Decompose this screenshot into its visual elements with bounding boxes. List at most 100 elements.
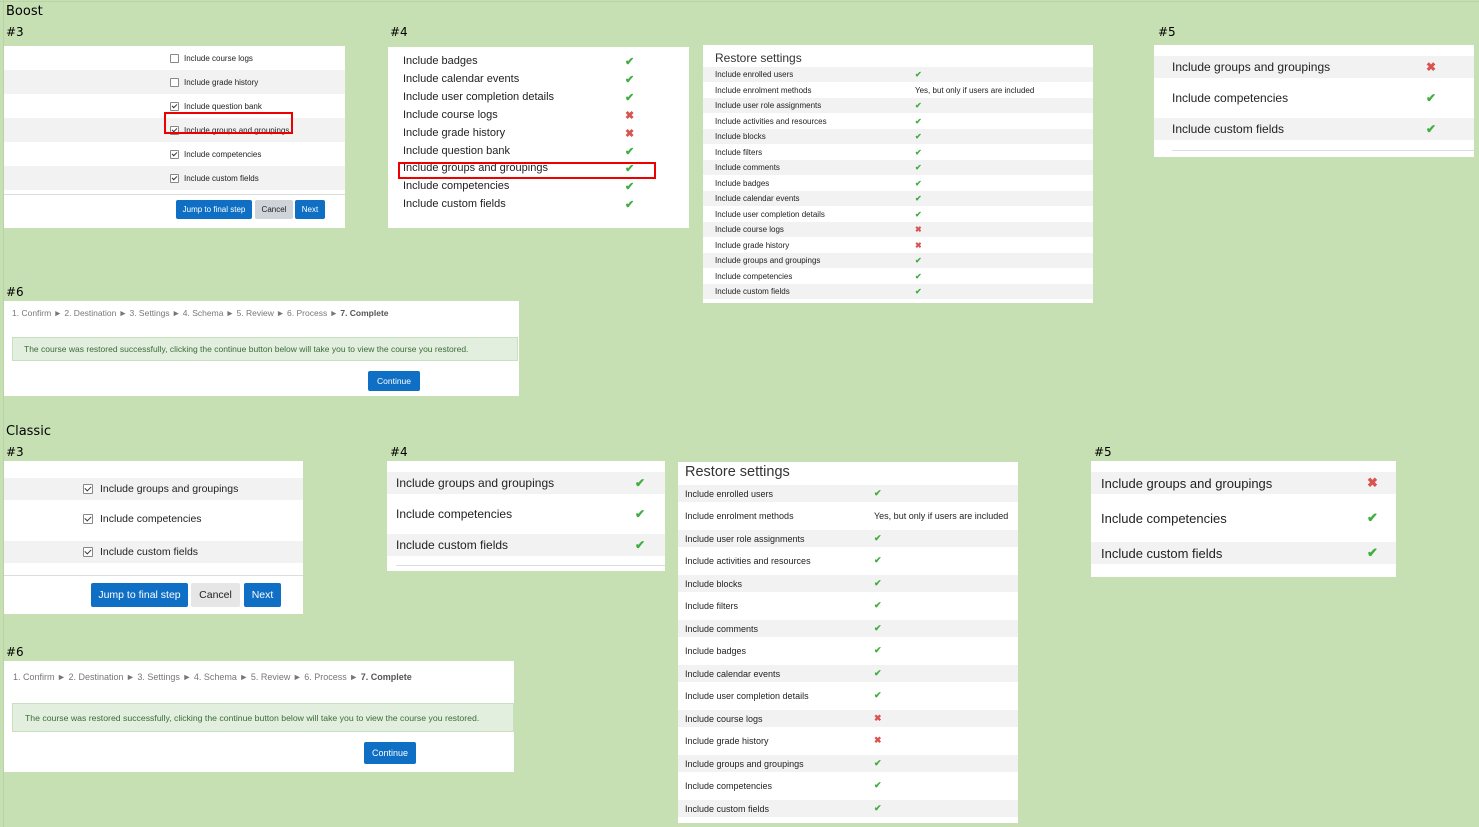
check-icon: ✔ <box>915 287 922 296</box>
setting-label: Include user role assignments <box>685 533 805 544</box>
setting-row: Include competencies ✔ <box>1154 87 1474 109</box>
setting-label: Include blocks <box>715 132 766 141</box>
checkbox-label: Include competencies <box>100 513 202 525</box>
breadcrumb-current-step: 7. Complete <box>340 308 389 318</box>
checkbox-competencies[interactable] <box>83 514 93 524</box>
checkbox-row: Include competencies <box>4 142 345 166</box>
setting-label: Include filters <box>685 600 739 611</box>
boost-step4-label: #4 <box>390 25 408 39</box>
setting-label: Include course logs <box>715 225 784 234</box>
check-icon: ✔ <box>915 101 922 110</box>
classic-step3-label: #3 <box>6 445 24 459</box>
setting-row: Include badges ✔ <box>388 52 689 70</box>
setting-label: Include comments <box>685 623 759 634</box>
setting-row: Include user role assignments ✔ <box>703 98 1093 113</box>
continue-button[interactable]: Continue <box>368 371 420 391</box>
check-icon: ✔ <box>874 645 882 655</box>
setting-label: Include calendar events <box>403 73 520 85</box>
setting-label: Include filters <box>715 147 763 157</box>
setting-label: Include activities and resources <box>685 555 811 566</box>
boost-step5-label: #5 <box>1158 25 1176 39</box>
setting-row: Include enrolment methods Yes, but only i… <box>703 82 1093 98</box>
setting-label: Include groups and groupings <box>1172 60 1331 74</box>
setting-row: Include calendar events ✔ <box>388 70 689 88</box>
setting-row: Include filters ✔ <box>678 597 1018 614</box>
setting-label: Include competencies <box>396 507 513 521</box>
setting-row: Include grade history ✖ <box>703 237 1093 253</box>
setting-row: Include competencies ✔ <box>387 503 665 525</box>
divider <box>4 575 303 576</box>
setting-label: Include blocks <box>685 578 743 589</box>
checkbox-label: Include custom fields <box>184 173 259 183</box>
setting-label: Include comments <box>715 163 780 172</box>
checkbox-row: Include groups and groupings <box>4 478 303 500</box>
setting-row: Include custom fields ✔ <box>703 284 1093 299</box>
boost-restore-settings-panel: Restore settings Include enrolled users ✔… <box>703 45 1093 303</box>
checkbox-label: Include groups and groupings <box>100 483 239 495</box>
setting-row: Include calendar events ✔ <box>678 665 1018 682</box>
check-icon: ✔ <box>874 758 882 768</box>
restore-settings-title: Restore settings <box>715 51 802 65</box>
boost-step3-label: #3 <box>6 25 24 39</box>
cancel-button[interactable]: Cancel <box>191 583 240 607</box>
setting-label: Include enrolment methods <box>715 85 812 95</box>
setting-row: Include badges ✔ <box>703 175 1093 191</box>
cross-icon: ✖ <box>1367 475 1378 490</box>
divider <box>4 194 345 195</box>
cross-icon: ✖ <box>1426 60 1437 74</box>
boost-section-title: Boost <box>6 4 43 19</box>
check-icon: ✔ <box>915 116 922 126</box>
breadcrumb-step: 5. Review <box>236 308 274 318</box>
checkbox-competencies[interactable] <box>170 149 179 159</box>
breadcrumb-step: 3. Settings <box>129 308 170 318</box>
boost-step6-panel: 1. Confirm ► 2. Destination ► 3. Setting… <box>4 301 519 396</box>
jump-to-final-step-button[interactable]: Jump to final step <box>91 583 188 607</box>
setting-row: Include comments ✔ <box>703 160 1093 175</box>
setting-label: Include user completion details <box>685 690 809 701</box>
setting-label: Include groups and groupings <box>396 476 555 490</box>
check-icon: ✔ <box>915 194 922 203</box>
success-alert: The course was restored successfully, cl… <box>12 337 518 361</box>
setting-label: Include badges <box>403 55 478 67</box>
checkbox-course-logs[interactable] <box>170 53 179 63</box>
classic-section-title: Classic <box>6 424 51 439</box>
setting-label: Include custom fields <box>685 803 770 814</box>
setting-label: Include enrolment methods <box>685 510 794 521</box>
setting-label: Include calendar events <box>715 194 800 203</box>
checkbox-custom-fields[interactable] <box>83 547 93 557</box>
check-icon: ✔ <box>625 145 635 158</box>
setting-label: Include groups and groupings <box>685 758 804 769</box>
setting-label: Include calendar events <box>685 668 781 679</box>
checkbox-groups-groupings[interactable] <box>83 484 93 494</box>
checkbox-custom-fields[interactable] <box>170 173 179 183</box>
check-icon: ✔ <box>915 256 922 265</box>
cancel-button[interactable]: Cancel <box>255 200 293 219</box>
checkbox-question-bank[interactable] <box>170 101 179 111</box>
setting-row: Include custom fields ✔ <box>388 195 689 213</box>
setting-row: Include competencies ✔ <box>703 268 1093 284</box>
setting-label: Include enrolled users <box>715 70 794 79</box>
classic-step5-panel: Include groups and groupings ✖ Include co… <box>1091 461 1396 577</box>
next-button[interactable]: Next <box>295 200 325 219</box>
setting-label: Include custom fields <box>715 287 790 296</box>
setting-row: Include custom fields ✔ <box>387 534 665 556</box>
next-button[interactable]: Next <box>244 583 281 607</box>
setting-row: Include question bank ✔ <box>388 142 689 160</box>
setting-row: Include activities and resources ✔ <box>678 552 1018 569</box>
breadcrumb-current-step: 7. Complete <box>360 672 412 682</box>
check-icon: ✔ <box>625 73 635 86</box>
checkbox-row: Include custom fields <box>4 541 303 563</box>
check-icon: ✔ <box>1367 545 1378 560</box>
checkbox-label: Include competencies <box>184 149 262 159</box>
setting-label: Include custom fields <box>403 198 506 210</box>
breadcrumb-step: 1. Confirm <box>12 308 52 318</box>
divider <box>396 565 665 566</box>
checkbox-grade-history[interactable] <box>170 77 179 87</box>
continue-button[interactable]: Continue <box>364 742 416 764</box>
setting-label: Include user completion details <box>715 209 825 219</box>
setting-row: Include competencies ✔ <box>388 177 689 195</box>
check-icon: ✔ <box>915 209 922 219</box>
setting-label: Include grade history <box>403 127 506 139</box>
check-icon: ✔ <box>874 780 882 790</box>
jump-to-final-step-button[interactable]: Jump to final step <box>176 200 252 219</box>
